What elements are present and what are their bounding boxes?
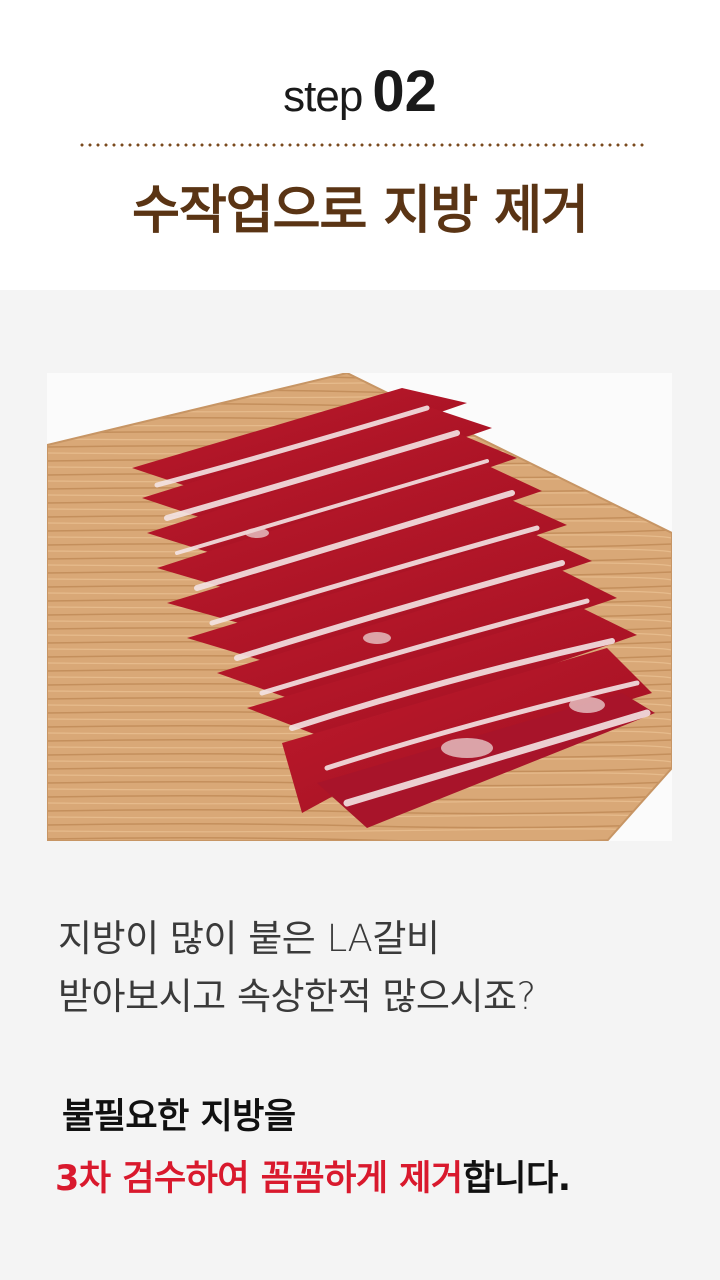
header-section: step 02 수작업으로 지방 제거 xyxy=(0,0,720,290)
step-number: 02 xyxy=(372,59,437,124)
emphasis-line-1: 불필요한 지방을 xyxy=(62,1097,296,1137)
meat-on-board-image xyxy=(47,373,672,841)
emphasis-black-text: 합니다. xyxy=(462,1159,571,1199)
dotted-divider xyxy=(78,143,646,147)
description-line-2: 받아보시고 속상한적 많으시죠? xyxy=(58,975,536,1018)
step-word: step xyxy=(283,72,363,121)
section-title: 수작업으로 지방 제거 xyxy=(132,181,589,241)
emphasis-red-text: 3차 검수하여 꼼꼼하게 제거 xyxy=(55,1159,463,1199)
description-line-1: 지방이 많이 붙은 LA갈비 xyxy=(58,917,440,960)
la-galbi-photo xyxy=(47,373,672,841)
step-label: step 02 xyxy=(0,58,720,125)
emphasis-line-2: 3차 검수하여 꼼꼼하게 제거합니다. xyxy=(55,1150,715,1201)
description: 지방이 많이 붙은 LA갈비 받아보시고 속상한적 많으시죠? xyxy=(58,910,678,1026)
